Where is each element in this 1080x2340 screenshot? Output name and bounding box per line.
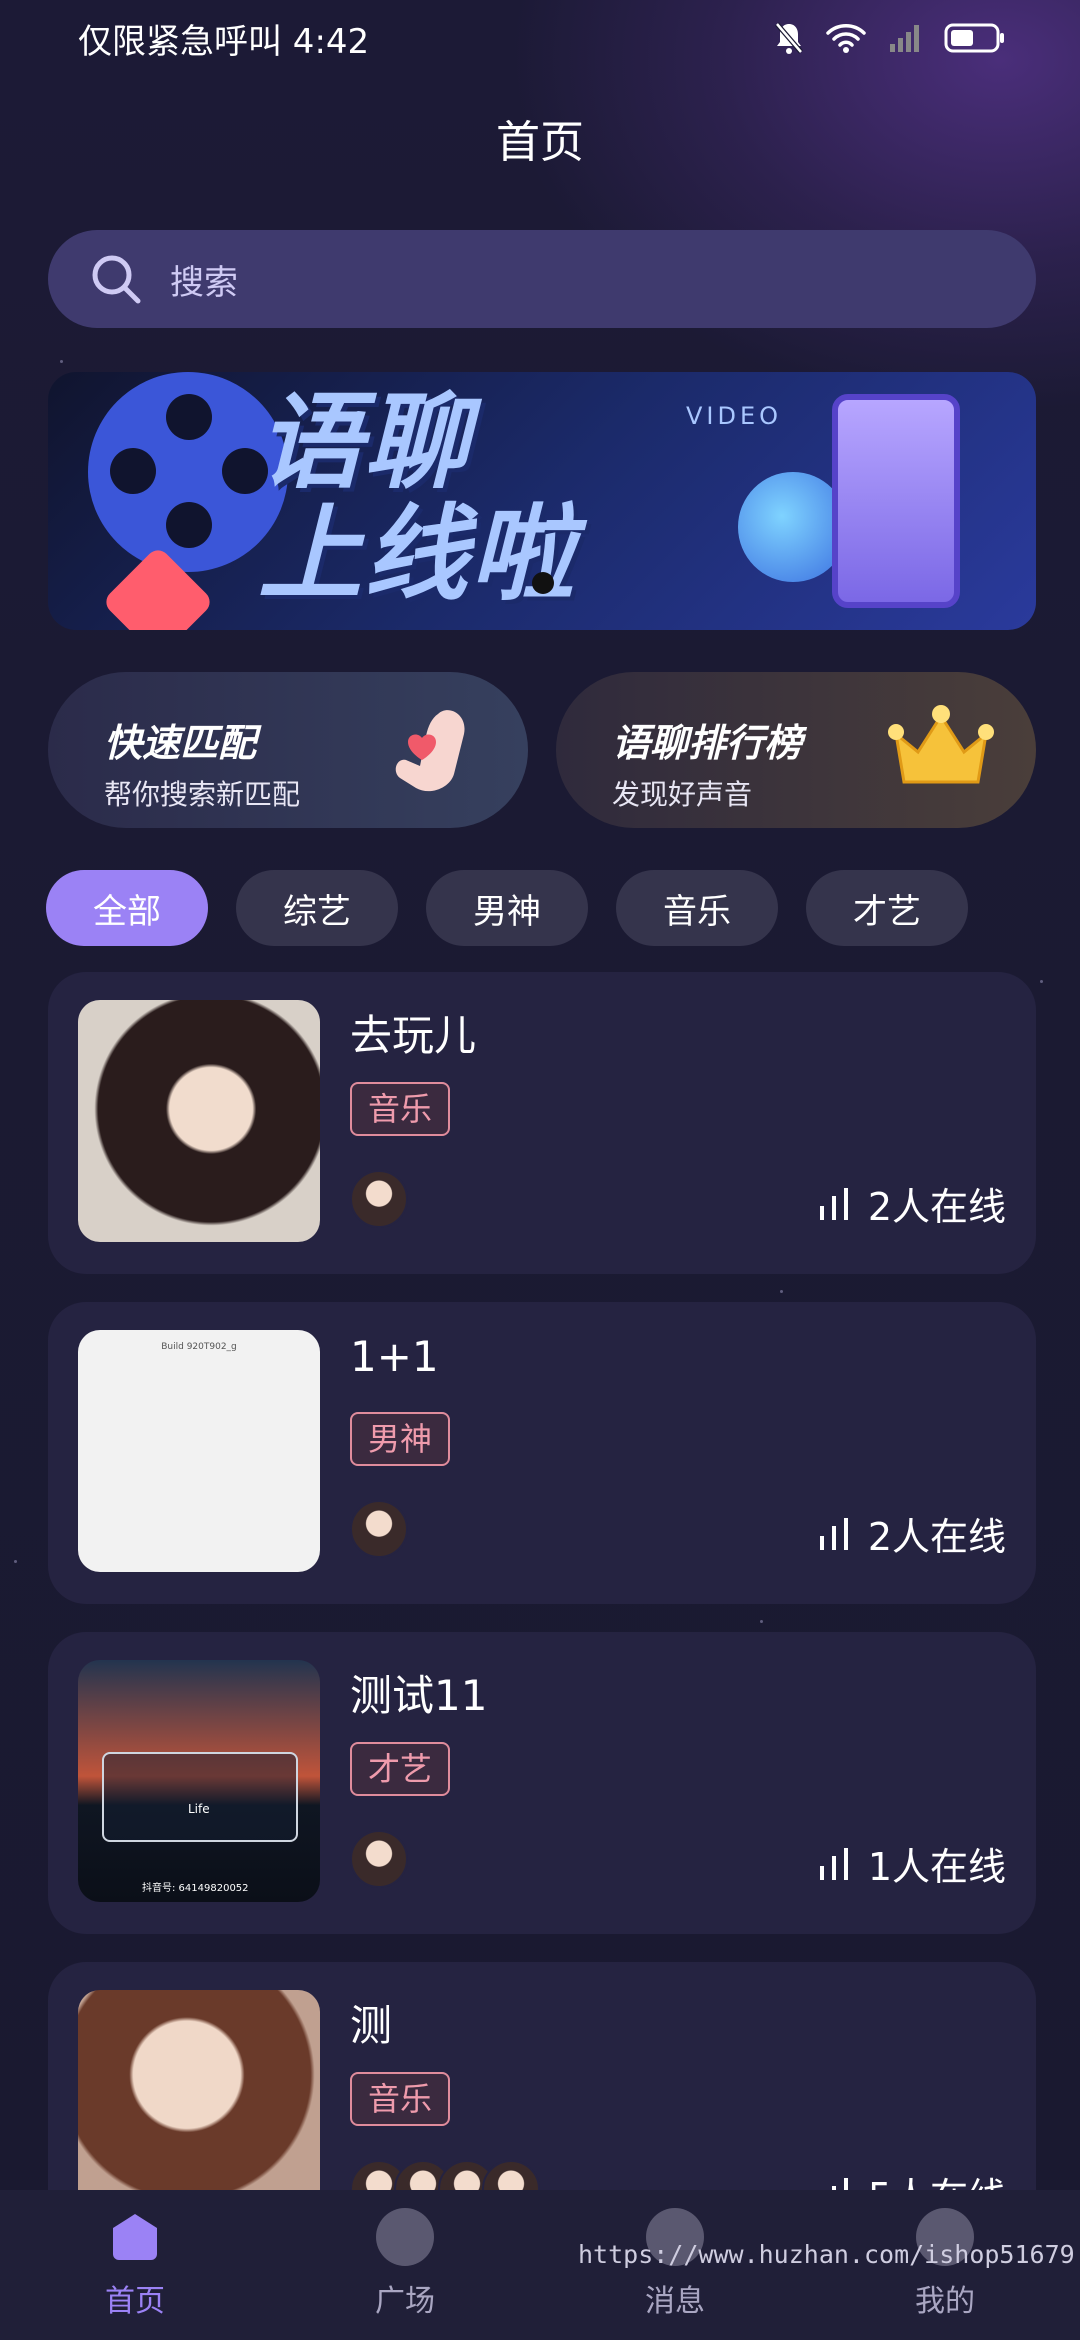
avatar	[350, 1500, 408, 1558]
room-card[interactable]: Life 抖音号: 64149820052 测试11 才艺 1人在线	[48, 1632, 1036, 1934]
tab-all[interactable]: 全部	[46, 870, 208, 946]
online-count: 2人在线	[818, 1176, 1006, 1231]
room-tag: 男神	[350, 1412, 451, 1466]
nav-messages-label: 消息	[645, 2284, 705, 2319]
avatar	[350, 1830, 408, 1888]
nav-home-label: 首页	[105, 2284, 165, 2319]
nav-profile-label: 我的	[915, 2284, 975, 2319]
voice-ranking-button[interactable]: 语聊排行榜 发现好声音	[556, 672, 1036, 828]
nav-square-label: 广场	[375, 2284, 435, 2319]
home-icon	[113, 2214, 157, 2260]
member-avatars	[350, 1830, 408, 1888]
nav-square[interactable]: 广场	[305, 2208, 505, 2340]
room-tag: 才艺	[350, 1742, 451, 1796]
room-thumbnail: Life 抖音号: 64149820052	[78, 1660, 320, 1902]
nav-messages[interactable]: 消息	[575, 2208, 775, 2340]
room-tag: 音乐	[350, 2072, 451, 2126]
banner-headline-line2: 上线啦	[258, 493, 577, 615]
category-tabs: 全部 综艺 男神 音乐 才艺	[46, 870, 968, 946]
tab-talent[interactable]: 才艺	[806, 870, 968, 946]
online-count-text: 2人在线	[867, 1515, 1006, 1559]
quick-match-button[interactable]: 快速匹配 帮你搜索新匹配	[48, 672, 528, 828]
heart-hand-icon	[395, 710, 465, 792]
thumbnail-overlay: Life	[102, 1752, 298, 1842]
crown-icon	[888, 705, 994, 784]
search-bar[interactable]: 搜索	[48, 230, 1036, 328]
online-count: 2人在线	[818, 1506, 1006, 1561]
watermark-text: https://www.huzhan.com/ishop51679	[578, 2240, 1075, 2269]
status-bar: 仅限紧急呼叫 4:42	[0, 0, 1080, 76]
banner-video-label: VIDEO	[686, 402, 783, 430]
status-text: 仅限紧急呼叫 4:42	[78, 21, 370, 62]
tab-music[interactable]: 音乐	[616, 870, 778, 946]
room-name: 测试11	[350, 1671, 488, 1720]
signal-bars-icon	[819, 1517, 848, 1550]
search-placeholder: 搜索	[170, 262, 238, 303]
avatar	[350, 1170, 408, 1228]
tab-male-idol[interactable]: 男神	[426, 870, 588, 946]
thumbnail-footer: 抖音号: 64149820052	[142, 1883, 249, 1894]
room-name: 去玩儿	[350, 1011, 477, 1060]
banner-headline-line1: 语聊	[258, 381, 471, 503]
signal-bars-icon	[819, 1847, 848, 1880]
promo-banner[interactable]: 语聊 上线啦 VIDEO	[48, 372, 1036, 630]
thumbnail-caption: Build 920T902_g	[161, 1342, 237, 1352]
page-title: 首页	[496, 117, 584, 168]
signal-icon	[890, 25, 919, 52]
room-tag: 音乐	[350, 1082, 451, 1136]
thumbnail-caption: Life	[188, 1802, 210, 1816]
bell-muted-icon	[775, 22, 803, 54]
online-count-text: 1人在线	[867, 1845, 1006, 1889]
banner-headline: 语聊 上线啦	[258, 386, 576, 610]
planet-icon	[376, 2208, 434, 2266]
room-card[interactable]: Build 920T902_g 1+1 男神 2人在线	[48, 1302, 1036, 1604]
carousel-indicator	[532, 572, 554, 594]
wifi-icon	[826, 24, 866, 53]
search-icon	[92, 255, 141, 304]
signal-bars-icon	[819, 1187, 848, 1220]
room-thumbnail	[78, 1000, 320, 1242]
battery-icon	[944, 23, 1004, 53]
nav-home[interactable]: 首页	[35, 2208, 235, 2340]
nav-profile[interactable]: 我的	[845, 2208, 1045, 2340]
online-count-text: 2人在线	[867, 1185, 1006, 1229]
member-avatars	[350, 1500, 408, 1558]
phone-illustration	[832, 394, 960, 608]
online-count: 1人在线	[818, 1836, 1006, 1891]
member-avatars	[350, 1170, 408, 1228]
tab-variety[interactable]: 综艺	[236, 870, 398, 946]
room-name: 测	[350, 2001, 393, 2050]
room-card[interactable]: 去玩儿 音乐 2人在线	[48, 972, 1036, 1274]
room-name: 1+1	[350, 1332, 439, 1381]
room-thumbnail: Build 920T902_g	[78, 1330, 320, 1572]
